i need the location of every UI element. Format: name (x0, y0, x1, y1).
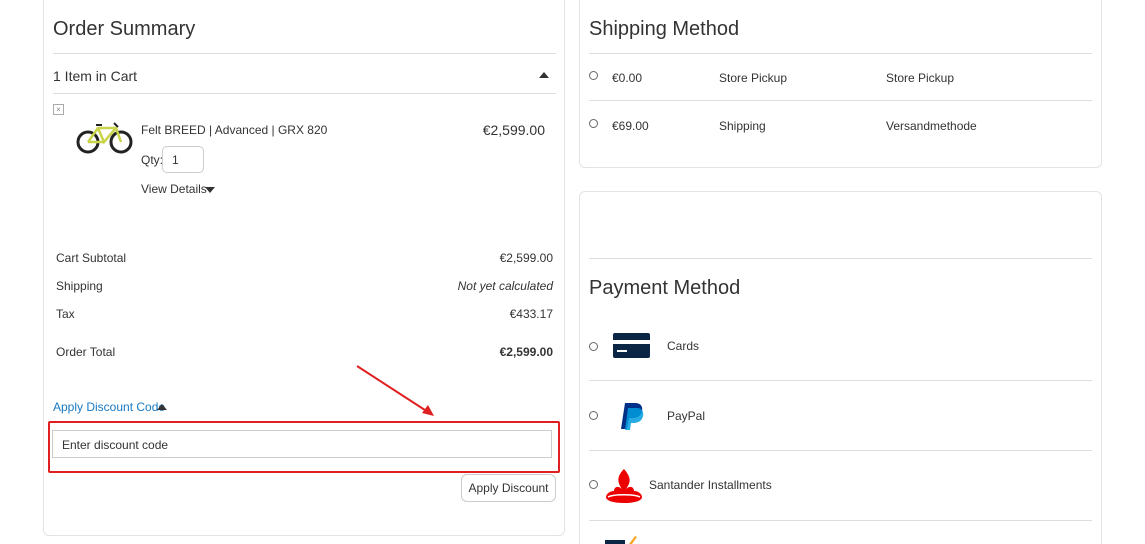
chevron-down-icon (205, 187, 215, 193)
shipping-value: Not yet calculated (457, 279, 553, 293)
shipping-option-row[interactable]: €69.00 Shipping Versandmethode (589, 110, 1092, 140)
order-total-label: Order Total (56, 345, 116, 359)
apply-discount-label: Apply Discount Code (53, 400, 166, 414)
shipping-carrier: Store Pickup (886, 71, 955, 85)
divider (589, 258, 1092, 259)
shipping-method-name: Shipping (719, 119, 766, 133)
shipping-method-name: Store Pickup (719, 71, 788, 85)
discount-code-input[interactable]: Enter discount code (52, 430, 552, 458)
payment-radio[interactable] (589, 411, 598, 420)
shipping-radio[interactable] (589, 71, 598, 80)
shipping-radio[interactable] (589, 119, 598, 128)
shipping-price: €69.00 (612, 119, 649, 133)
qty-input[interactable]: 1 (162, 146, 204, 173)
divider (589, 100, 1092, 101)
subtotal-value: €2,599.00 (499, 251, 553, 265)
paypal-icon (621, 403, 644, 430)
subtotal-label: Cart Subtotal (56, 251, 127, 265)
payment-label: Cards (667, 339, 700, 353)
apply-discount-button[interactable]: Apply Discount (461, 474, 556, 502)
divider (589, 450, 1092, 451)
bicycle-icon (76, 122, 133, 154)
item-name: Felt BREED | Advanced | GRX 820 (141, 123, 328, 137)
divider (53, 93, 556, 94)
view-details-label: View Details (141, 182, 207, 196)
shipping-label: Shipping (56, 279, 103, 293)
tax-label: Tax (56, 307, 75, 321)
payment-radio[interactable] (589, 480, 598, 489)
payment-label: PayPal (667, 409, 706, 423)
shipping-option-row[interactable]: €0.00 Store Pickup Store Pickup (589, 62, 1092, 92)
view-details-toggle[interactable]: View Details (141, 182, 221, 198)
payment-logo-icon (605, 536, 637, 544)
payment-option-santander[interactable]: Santander Installments (589, 464, 1092, 504)
payment-option-paypal[interactable]: PayPal (589, 395, 1092, 435)
chevron-up-icon (157, 404, 167, 410)
payment-option-cards[interactable]: Cards (589, 326, 1092, 366)
payment-label: Santander Installments (649, 478, 772, 492)
shipping-carrier: Versandmethode (886, 119, 977, 133)
cart-items-count: 1 Item in Cart (53, 68, 138, 84)
payment-method-title: Payment Method (589, 277, 741, 299)
santander-flame-icon (606, 469, 642, 503)
shipping-method-title: Shipping Method (589, 18, 740, 40)
qty-label: Qty: (141, 153, 164, 167)
shipping-price: €0.00 (612, 71, 643, 85)
tax-value: €433.17 (509, 307, 553, 321)
divider (589, 520, 1092, 521)
divider (589, 380, 1092, 381)
annotation-arrow-icon (356, 365, 434, 416)
apply-discount-toggle[interactable]: Apply Discount Code (53, 400, 173, 416)
cart-items-toggle[interactable]: 1 Item in Cart (52, 62, 557, 92)
chevron-up-icon (539, 72, 549, 78)
order-total-value: €2,599.00 (499, 345, 553, 359)
divider (53, 53, 556, 54)
divider (589, 53, 1092, 54)
payment-radio[interactable] (589, 342, 598, 351)
order-summary-title: Order Summary (53, 18, 196, 40)
credit-card-icon (613, 333, 650, 358)
item-price: €2,599.00 (482, 122, 545, 138)
close-icon[interactable]: × (53, 104, 64, 115)
